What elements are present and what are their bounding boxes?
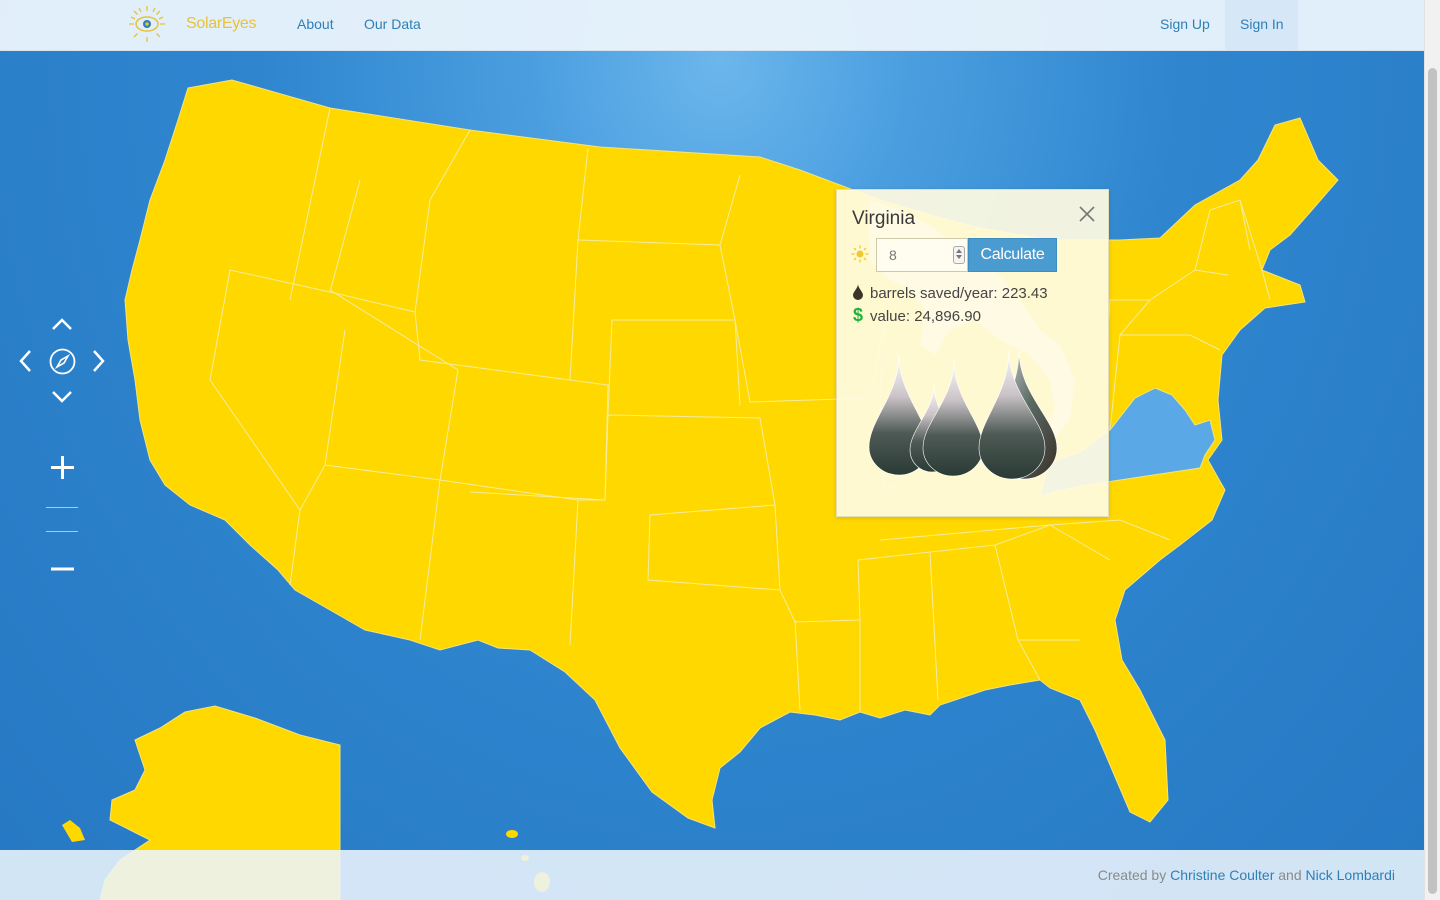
value-text: value: 24,896.90 (870, 308, 981, 325)
footer-credits: Created by Christine Coulter and Nick Lo… (1098, 867, 1395, 883)
zoom-slider-track-bottom[interactable] (46, 531, 78, 532)
chevron-left-icon[interactable] (18, 349, 32, 373)
number-stepper[interactable] (953, 246, 965, 264)
plus-icon[interactable] (50, 455, 75, 480)
oil-drop-icon (853, 284, 863, 300)
vertical-scrollbar[interactable] (1424, 0, 1440, 900)
scrollbar-thumb[interactable] (1428, 68, 1437, 894)
close-icon[interactable] (1077, 204, 1097, 224)
aleutian-islands-shape (62, 820, 85, 842)
chevron-down-icon[interactable] (51, 390, 73, 404)
barrels-saved-text: barrels saved/year: 223.43 (870, 285, 1048, 302)
sun-icon (851, 245, 869, 263)
compass-icon[interactable] (49, 348, 76, 375)
oil-drops-illustration (868, 350, 1058, 480)
nav-link-sign-up[interactable]: Sign Up (1160, 16, 1210, 32)
us-map[interactable] (0, 0, 1424, 900)
chevron-right-icon[interactable] (92, 349, 106, 373)
popup-title: Virginia (852, 208, 916, 229)
state-info-popup: Virginia Calculate barrels saved/year: 2… (836, 189, 1109, 517)
page: SolarEyes About Our Data Sign Up Sign In (0, 0, 1424, 900)
map-controls (16, 312, 112, 592)
author-link-nick[interactable]: Nick Lombardi (1306, 867, 1395, 883)
zoom-slider-track-top[interactable] (46, 507, 78, 508)
value-row: $ value: 24,896.90 (852, 305, 981, 326)
nav-link-sign-in[interactable]: Sign In (1240, 16, 1284, 32)
nav-link-about[interactable]: About (297, 16, 334, 32)
footer-joiner: and (1274, 867, 1306, 883)
brand-name[interactable]: SolarEyes (186, 15, 257, 33)
nav-link-our-data[interactable]: Our Data (364, 16, 421, 32)
navbar: SolarEyes About Our Data Sign Up Sign In (0, 0, 1424, 51)
nav-item-sign-in-active[interactable]: Sign In (1225, 0, 1298, 50)
minus-icon[interactable] (50, 564, 75, 574)
calculate-button[interactable]: Calculate (968, 238, 1057, 272)
map-canvas[interactable] (0, 0, 1424, 900)
barrels-saved-row: barrels saved/year: 223.43 (852, 284, 1048, 302)
stepper-down-icon[interactable] (956, 255, 962, 259)
footer: Created by Christine Coulter and Nick Lo… (0, 850, 1424, 900)
author-link-christine[interactable]: Christine Coulter (1170, 867, 1274, 883)
dollar-icon: $ (852, 305, 863, 325)
stepper-up-icon[interactable] (956, 249, 962, 253)
chevron-up-icon[interactable] (51, 317, 73, 331)
sun-eye-logo-icon[interactable] (128, 5, 166, 43)
footer-prefix: Created by (1097, 867, 1171, 883)
